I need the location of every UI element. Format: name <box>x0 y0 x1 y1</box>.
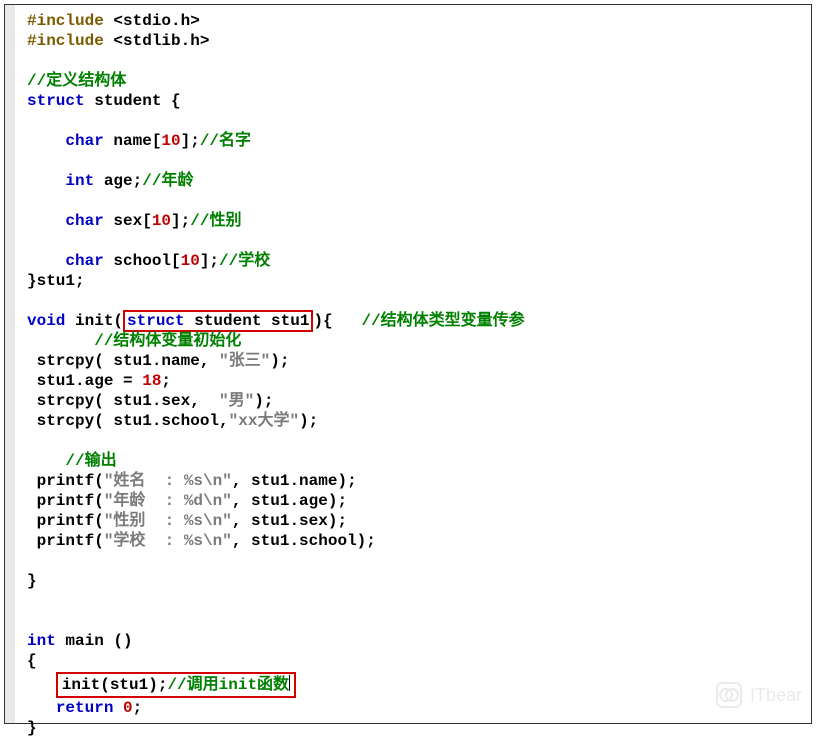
code-text: strcpy( stu1.school, <box>27 412 229 430</box>
code-text: ); <box>254 392 273 410</box>
preproc: #include <box>27 12 104 30</box>
comment: //输出 <box>65 452 116 470</box>
comment: //学校 <box>219 252 270 270</box>
comment: //性别 <box>190 212 241 230</box>
code-text: ){ <box>313 312 332 330</box>
code-text: } <box>27 719 37 736</box>
highlight-box-param: struct student stu1 <box>123 310 313 332</box>
highlight-box-call: init(stu1);//调用init函数 <box>56 672 296 698</box>
code-text: printf( <box>27 492 104 510</box>
preproc: #include <box>27 32 104 50</box>
keyword: int <box>27 632 56 650</box>
code-text: strcpy( stu1.sex, <box>27 392 219 410</box>
string: "年龄 : %d\n" <box>104 492 232 510</box>
number: 18 <box>142 372 161 390</box>
code-text: ]; <box>181 132 200 150</box>
comment: //结构体变量初始化 <box>94 332 241 350</box>
code-text: student stu1 <box>185 312 310 330</box>
code-text: printf( <box>27 512 104 530</box>
watermark-text: ITbear <box>750 685 802 706</box>
code-text: ; <box>133 699 143 717</box>
code-text: init(stu1); <box>62 676 168 694</box>
number: 0 <box>123 699 133 717</box>
code-text: printf( <box>27 472 104 490</box>
comment: //调用init函数 <box>167 676 289 694</box>
number: 10 <box>181 252 200 270</box>
comment: //名字 <box>200 132 251 150</box>
watermark: ITbear <box>716 682 802 708</box>
code-text: , stu1.name); <box>232 472 357 490</box>
code-text: ); <box>299 412 318 430</box>
code-text: ]; <box>171 212 190 230</box>
keyword: char <box>65 132 103 150</box>
include-target: <stdio.h> <box>104 12 200 30</box>
code-text: init( <box>65 312 123 330</box>
include-target: <stdlib.h> <box>104 32 210 50</box>
keyword: char <box>65 212 103 230</box>
code-text: }stu1; <box>27 272 85 290</box>
code-text: age; <box>94 172 142 190</box>
code-text: name[ <box>104 132 162 150</box>
code-text: ]; <box>200 252 219 270</box>
code-text: , stu1.age); <box>232 492 347 510</box>
source-code: #include <stdio.h> #include <stdlib.h> /… <box>5 5 811 736</box>
keyword: int <box>65 172 94 190</box>
code-text: } <box>27 572 37 590</box>
string: "姓名 : %s\n" <box>104 472 232 490</box>
code-text: school[ <box>104 252 181 270</box>
code-text: sex[ <box>104 212 152 230</box>
code-text: ); <box>270 352 289 370</box>
comment: //结构体类型变量传参 <box>361 312 524 330</box>
code-text: printf( <box>27 532 104 550</box>
code-text: { <box>27 652 37 670</box>
comment: //定义结构体 <box>27 72 126 90</box>
comment: //年龄 <box>142 172 193 190</box>
code-text <box>113 699 123 717</box>
number: 10 <box>152 212 171 230</box>
code-text: strcpy( stu1.name, <box>27 352 219 370</box>
keyword: struct <box>27 92 85 110</box>
code-text: ; <box>161 372 171 390</box>
code-text: student { <box>85 92 181 110</box>
keyword: void <box>27 312 65 330</box>
string: "性别 : %s\n" <box>104 512 232 530</box>
keyword: char <box>65 252 103 270</box>
code-text: , stu1.sex); <box>232 512 347 530</box>
number: 10 <box>161 132 180 150</box>
text-cursor <box>289 675 290 691</box>
string: "男" <box>219 392 254 410</box>
wechat-icon <box>716 682 742 708</box>
code-text: stu1.age = <box>27 372 142 390</box>
keyword: return <box>56 699 114 717</box>
code-text: , stu1.school); <box>232 532 376 550</box>
keyword: struct <box>127 312 185 330</box>
string: "张三" <box>219 352 270 370</box>
string: "xx大学" <box>229 412 299 430</box>
string: "学校 : %s\n" <box>104 532 232 550</box>
code-frame: #include <stdio.h> #include <stdlib.h> /… <box>4 4 812 724</box>
code-text: main () <box>56 632 133 650</box>
